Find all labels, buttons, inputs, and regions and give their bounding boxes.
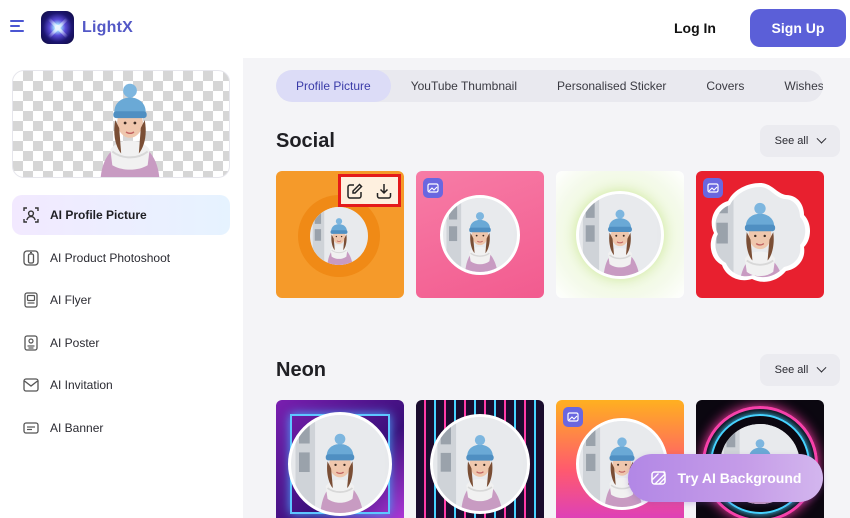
template-card-social-2[interactable] [416, 171, 544, 298]
banner-icon [22, 419, 40, 437]
tab-profile-picture[interactable]: Profile Picture [276, 70, 391, 102]
card-portrait [430, 414, 530, 514]
tab-youtube-thumbnail[interactable]: YouTube Thumbnail [391, 70, 537, 102]
template-card-social-3[interactable] [556, 171, 684, 298]
sidebar-item-ai-product-photoshoot[interactable]: AI Product Photoshoot [12, 238, 230, 278]
chevron-down-icon [816, 133, 827, 144]
top-header: LightX Log In Sign Up [0, 0, 850, 58]
sidebar-item-ai-poster[interactable]: AI Poster [12, 323, 230, 363]
sidebar-item-label: AI Invitation [50, 378, 113, 392]
sidebar-item-label: AI Poster [50, 335, 100, 350]
sidebar: AI Profile Picture AI Product Photoshoot… [0, 58, 243, 518]
premium-badge-icon [703, 178, 723, 198]
download-icon[interactable] [374, 181, 394, 201]
profile-picture-icon [22, 206, 40, 224]
see-all-social-button[interactable]: See all [760, 125, 840, 157]
hamburger-menu-icon[interactable] [10, 20, 26, 34]
category-tabs: Profile Picture YouTube Thumbnail Person… [276, 70, 823, 102]
brand-name[interactable]: LightX [82, 19, 133, 37]
sidebar-item-label: AI Flyer [50, 293, 92, 307]
sidebar-item-label: AI Profile Picture [50, 208, 147, 222]
sidebar-item-label: AI Product Photoshoot [50, 250, 171, 265]
card-actions-highlight [338, 174, 401, 207]
signup-button[interactable]: Sign Up [750, 9, 846, 47]
invitation-icon [22, 376, 40, 394]
template-card-neon-1[interactable] [276, 400, 404, 518]
card-portrait [440, 195, 520, 275]
card-portrait [576, 191, 664, 279]
hero-preview-image [12, 70, 230, 178]
sidebar-item-ai-banner[interactable]: AI Banner [12, 408, 230, 448]
poster-icon [22, 334, 40, 352]
tab-wishes[interactable]: Wishes [764, 70, 823, 102]
sidebar-item-ai-invitation[interactable]: AI Invitation [12, 365, 230, 405]
see-all-neon-button[interactable]: See all [760, 354, 840, 386]
sidebar-item-ai-flyer[interactable]: AI Flyer [12, 280, 230, 320]
card-portrait [310, 207, 368, 265]
try-ai-background-button[interactable]: Try AI Background [628, 454, 823, 502]
sidebar-nav: AI Profile Picture AI Product Photoshoot… [12, 195, 230, 450]
hero-portrait [77, 71, 183, 178]
template-card-social-1[interactable] [276, 171, 404, 298]
card-portrait [288, 412, 392, 516]
main-content: Profile Picture YouTube Thumbnail Person… [243, 58, 850, 518]
ai-background-icon [650, 469, 668, 487]
template-card-neon-2[interactable] [416, 400, 544, 518]
tab-covers[interactable]: Covers [686, 70, 764, 102]
try-ai-background-label: Try AI Background [677, 470, 802, 486]
product-photoshoot-icon [22, 249, 40, 267]
see-all-label: See all [774, 364, 809, 376]
premium-badge-icon [563, 407, 583, 427]
flyer-icon [22, 291, 40, 309]
template-card-social-4[interactable] [696, 171, 824, 298]
sidebar-item-label: AI Banner [50, 420, 104, 435]
sidebar-item-ai-profile-picture[interactable]: AI Profile Picture [12, 195, 230, 235]
section-title-neon: Neon [276, 359, 326, 381]
tab-personalised-sticker[interactable]: Personalised Sticker [537, 70, 686, 102]
chevron-down-icon [816, 362, 827, 373]
section-title-social: Social [276, 130, 335, 152]
premium-badge-icon [423, 178, 443, 198]
login-button[interactable]: Log In [674, 20, 716, 36]
edit-icon[interactable] [345, 181, 365, 201]
lightx-logo-icon[interactable] [41, 11, 74, 44]
see-all-label: See all [774, 135, 809, 147]
